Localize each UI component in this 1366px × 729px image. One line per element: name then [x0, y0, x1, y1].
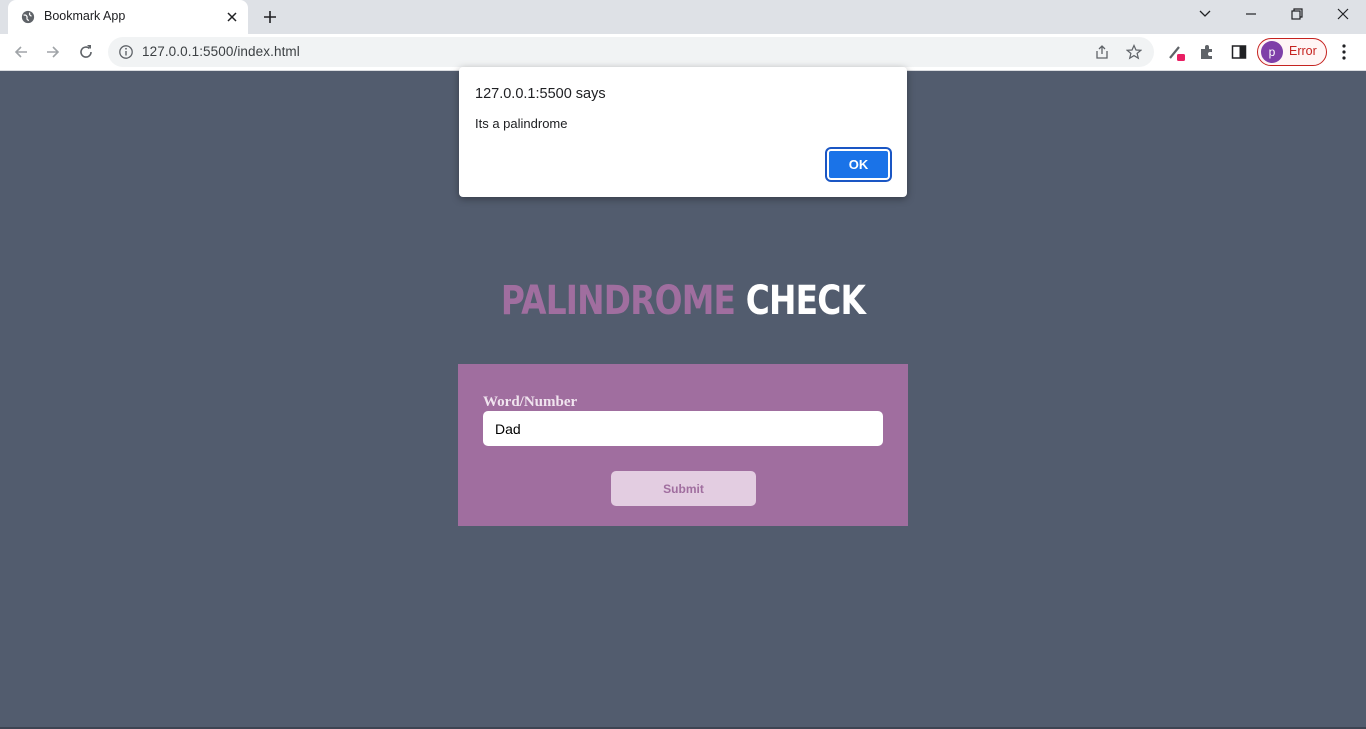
minimize-icon[interactable]	[1228, 0, 1274, 30]
new-tab-icon[interactable]	[261, 8, 279, 26]
url-text: 127.0.0.1:5500/index.html	[142, 44, 300, 59]
profile-status: Error	[1289, 44, 1317, 58]
site-info-icon[interactable]	[118, 44, 134, 60]
word-number-input[interactable]	[483, 411, 883, 446]
tab-search-chevron-icon[interactable]	[1182, 0, 1228, 30]
title-word-palindrome: PALINDROME	[500, 278, 736, 324]
address-bar[interactable]: 127.0.0.1:5500/index.html	[108, 37, 1154, 67]
forward-icon[interactable]	[44, 43, 62, 61]
side-panel-icon[interactable]	[1230, 43, 1248, 61]
close-tab-icon[interactable]	[224, 9, 240, 25]
title-word-check: CHECK	[745, 278, 866, 324]
bookmark-star-icon[interactable]	[1126, 44, 1142, 60]
close-window-icon[interactable]	[1320, 0, 1366, 30]
menu-kebab-icon[interactable]	[1336, 43, 1352, 61]
globe-icon	[21, 10, 35, 24]
profile-button[interactable]: p Error	[1257, 38, 1327, 66]
restore-icon[interactable]	[1274, 0, 1320, 30]
submit-button[interactable]: Submit	[611, 471, 756, 506]
ok-button[interactable]: OK	[827, 149, 890, 180]
avatar: p	[1261, 41, 1283, 63]
browser-tab[interactable]: Bookmark App	[8, 0, 248, 34]
tab-title: Bookmark App	[44, 9, 126, 23]
page-title: PALINDROME CHECK	[123, 278, 1243, 324]
reload-icon[interactable]	[77, 43, 95, 61]
dialog-message: Its a palindrome	[475, 116, 568, 131]
alert-dialog: 127.0.0.1:5500 says Its a palindrome OK	[459, 67, 907, 197]
back-icon[interactable]	[12, 43, 30, 61]
tab-strip: Bookmark App	[0, 0, 1366, 34]
color-picker-extension-icon[interactable]	[1167, 43, 1185, 61]
dialog-title: 127.0.0.1:5500 says	[475, 86, 606, 102]
extensions-puzzle-icon[interactable]	[1198, 43, 1216, 61]
browser-toolbar: 127.0.0.1:5500/index.html p Error	[0, 34, 1366, 71]
share-icon[interactable]	[1094, 44, 1110, 60]
palindrome-form: Word/Number Submit	[458, 364, 908, 526]
word-number-label: Word/Number	[483, 394, 578, 410]
